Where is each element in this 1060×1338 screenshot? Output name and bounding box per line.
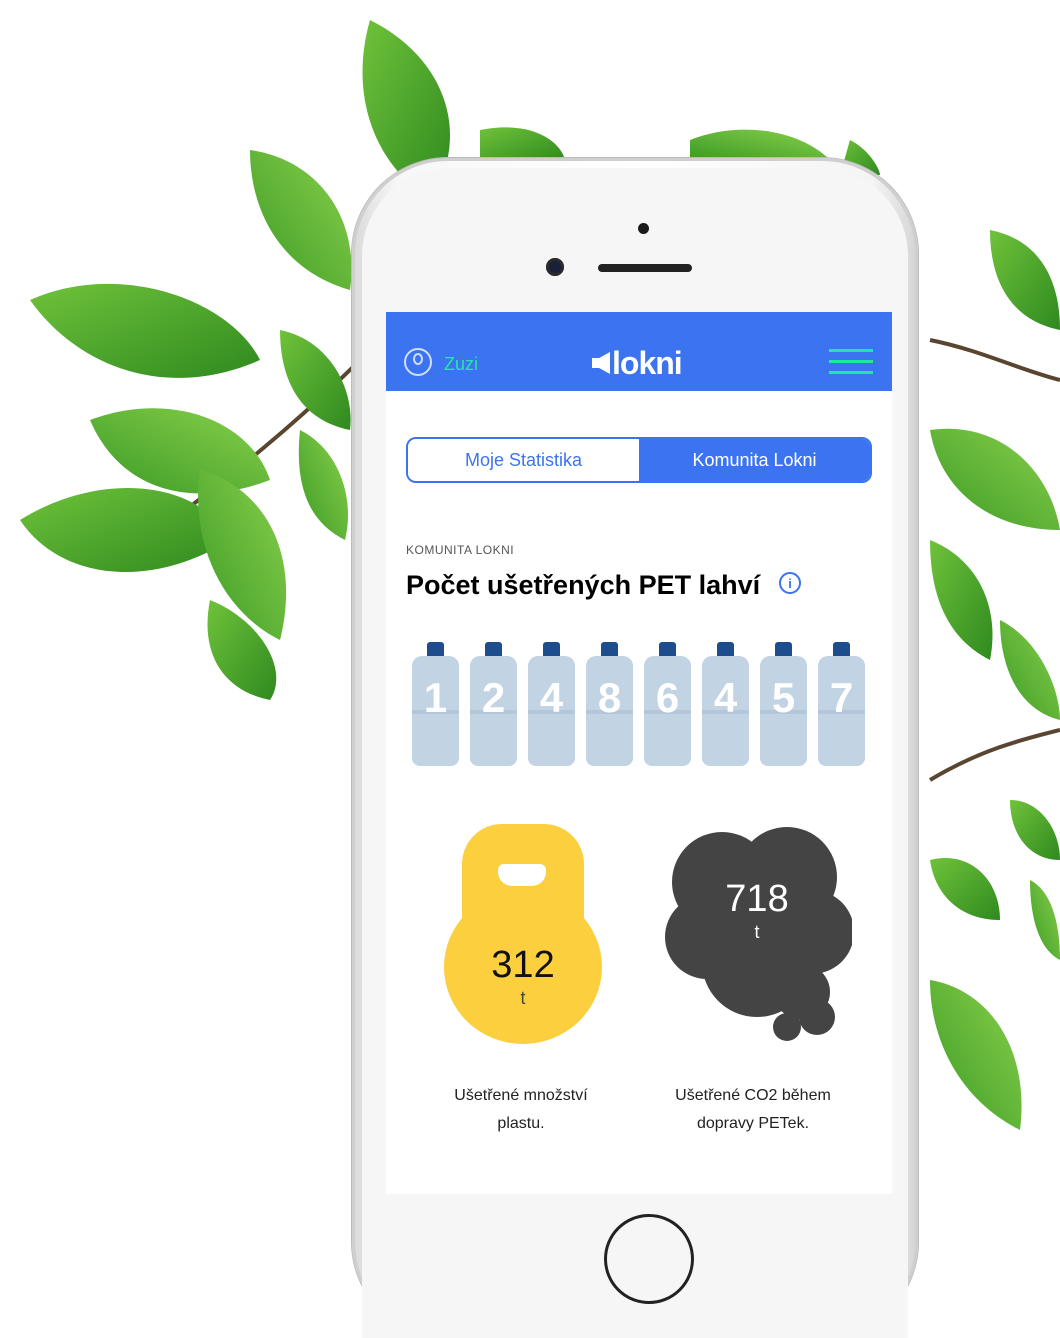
- bottle-counter: 1 2 4 8 6 4 5 7: [412, 642, 865, 768]
- hamburger-menu-icon[interactable]: [829, 349, 873, 375]
- co2-saved-cloud-icon: 718 t: [662, 822, 854, 1052]
- bottle-digit: 2: [470, 642, 517, 768]
- earpiece-speaker: [598, 264, 692, 272]
- front-camera: [546, 258, 564, 276]
- plastic-saved-value: 312: [491, 944, 555, 986]
- co2-saved-value: 718: [725, 878, 789, 920]
- user-name[interactable]: Zuzi: [444, 354, 478, 375]
- logo-text: lokni: [612, 344, 683, 381]
- app-screen: Zuzi lokni Moje Statistika Komunita Lokn…: [386, 312, 892, 1194]
- section-title: Počet ušetřených PET lahví: [406, 570, 761, 600]
- proximity-sensor: [638, 223, 649, 234]
- section-label: KOMUNITA LOKNI: [406, 543, 515, 557]
- lokni-logo[interactable]: lokni: [592, 344, 683, 381]
- bottle-digit: 7: [818, 642, 865, 768]
- plastic-saved-unit: t: [520, 988, 526, 1008]
- bottle-digit: 1: [412, 642, 459, 768]
- top-navigation-bar: Zuzi lokni: [386, 312, 892, 391]
- co2-saved-caption: Ušetřené CO2 během dopravy PETek.: [675, 1087, 831, 1132]
- user-icon[interactable]: [404, 348, 432, 376]
- tab-komunita-lokni[interactable]: Komunita Lokni: [639, 439, 870, 481]
- info-icon[interactable]: i: [779, 572, 801, 594]
- bottle-digit: 4: [702, 642, 749, 768]
- plastic-saved-caption: Ušetřené množství plastu.: [454, 1087, 588, 1132]
- bottle-digit: 6: [644, 642, 691, 768]
- co2-saved-unit: t: [754, 922, 760, 942]
- bottle-digit: 4: [528, 642, 575, 768]
- plastic-saved-kettlebell-icon: 312 t: [444, 824, 602, 1044]
- bottle-digit: 8: [586, 642, 633, 768]
- stats-tab-switch: Moje Statistika Komunita Lokni: [406, 437, 872, 483]
- tab-moje-statistika[interactable]: Moje Statistika: [408, 439, 639, 481]
- home-button[interactable]: [604, 1214, 694, 1304]
- bottle-digit: 5: [760, 642, 807, 768]
- speaker-logo-icon: [592, 352, 610, 374]
